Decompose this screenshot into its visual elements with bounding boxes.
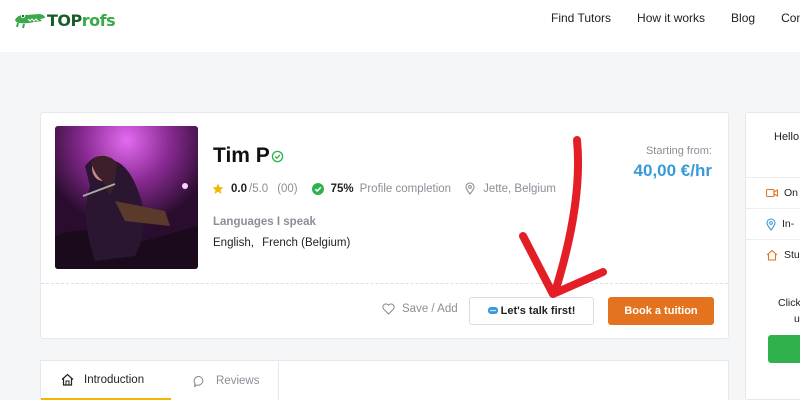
nav-find-tutors[interactable]: Find Tutors	[551, 11, 611, 25]
chat-bubble-icon	[487, 307, 498, 314]
save-add-button[interactable]: Save / Add	[382, 303, 458, 315]
sidebar-action-button[interactable]	[768, 335, 800, 363]
tab-reviews[interactable]: Reviews	[171, 361, 279, 400]
check-circle-icon	[311, 182, 324, 195]
crocodile-icon	[15, 14, 45, 29]
home-icon	[766, 249, 778, 261]
book-tuition-label: Book a tuition	[624, 305, 698, 317]
top-header: TOProfs Find Tutors How it works Blog Co…	[0, 0, 800, 52]
nav-how-it-works[interactable]: How it works	[637, 11, 705, 25]
book-tuition-button[interactable]: Book a tuition	[608, 297, 714, 325]
logo-text-rofs: rofs	[81, 10, 116, 30]
completion-label: Profile completion	[359, 182, 452, 195]
home-icon	[61, 373, 74, 386]
sidebar-option-online[interactable]: On	[746, 177, 800, 208]
tutor-name: Tim P	[213, 144, 270, 167]
completion-percent: 75%	[330, 182, 354, 195]
booking-sidebar: Hello On In- Stu Click u	[745, 112, 800, 400]
sidebar-greeting: Hello	[774, 131, 800, 143]
sidebar-option-label: On	[784, 187, 799, 199]
logo-text: TOProfs	[47, 10, 116, 30]
location-pin-icon	[465, 182, 475, 195]
tutor-profile-card: Tim P 0.0 /5.0 (00) 75% Profile completi…	[40, 112, 729, 339]
sidebar-click-text: Click u	[778, 295, 800, 327]
sidebar-click-line2: u	[794, 313, 800, 325]
save-add-label: Save / Add	[402, 303, 458, 315]
nav-blog[interactable]: Blog	[731, 11, 755, 25]
star-icon	[212, 183, 224, 194]
verified-check-icon	[271, 150, 284, 162]
sidebar-option-label: Stu	[784, 249, 800, 261]
main-nav: Find Tutors How it works Blog Conta	[551, 11, 800, 25]
sidebar-option-label: In-	[782, 218, 795, 230]
toprofs-logo[interactable]: TOProfs	[14, 9, 116, 31]
language-item: English,	[213, 237, 254, 249]
languages-list: English, French (Belgium)	[213, 237, 355, 249]
reviews-count: (00)	[277, 182, 298, 195]
nav-contact[interactable]: Conta	[781, 11, 800, 25]
tutor-name-row: Tim P	[213, 144, 284, 168]
tab-label: Reviews	[216, 375, 260, 387]
tab-introduction[interactable]: Introduction	[41, 361, 171, 400]
languages-title: Languages I speak	[213, 216, 316, 228]
location-pin-icon	[766, 217, 776, 231]
language-item: French (Belgium)	[262, 237, 351, 249]
sidebar-click-line1: Click	[778, 297, 800, 309]
rating-value: 0.0	[231, 182, 247, 195]
video-camera-icon	[766, 188, 778, 198]
tutor-photo	[55, 126, 198, 269]
rating-max: /5.0	[249, 182, 269, 195]
tab-label: Introduction	[84, 373, 145, 386]
price-label: Starting from:	[645, 145, 712, 157]
logo-text-top: TOP	[47, 10, 82, 30]
card-divider	[41, 283, 728, 284]
heart-icon	[382, 303, 395, 315]
hourly-price: 40,00 €/hr	[633, 161, 712, 180]
profile-tabs: Introduction Reviews	[40, 360, 729, 400]
sidebar-option-student-home[interactable]: Stu	[746, 239, 800, 270]
chat-bubble-icon	[193, 375, 204, 387]
red-arrow-annotation	[519, 136, 607, 298]
tutor-stats: 0.0 /5.0 (00) 75% Profile completion Jet…	[212, 182, 556, 195]
sidebar-option-in-person[interactable]: In-	[746, 208, 800, 239]
